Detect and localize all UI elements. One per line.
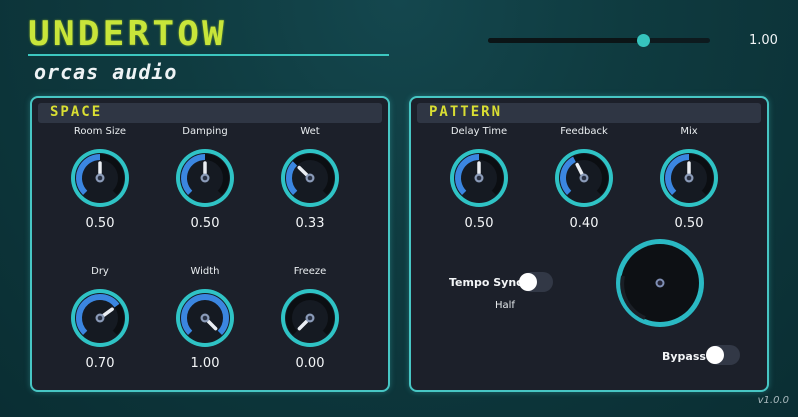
dry-knob[interactable]	[70, 288, 130, 348]
master-value: 1.00	[749, 33, 778, 48]
width-value: 1.00	[190, 356, 220, 371]
room-size-knob[interactable]	[70, 148, 130, 208]
damping-value: 0.50	[190, 216, 220, 231]
pattern-panel-title: PATTERN	[429, 104, 503, 120]
delay-time-knob[interactable]	[449, 148, 509, 208]
bypass-toggle[interactable]	[706, 345, 740, 365]
mix-label: Mix	[680, 126, 698, 137]
wet-knob[interactable]	[280, 148, 340, 208]
space-panel-title: SPACE	[50, 104, 103, 120]
tempo-sync-label: Tempo Sync	[449, 276, 523, 289]
dry-value: 0.70	[85, 356, 115, 371]
tempo-sync-toggle[interactable]	[519, 272, 553, 292]
pattern-big-knob[interactable]	[613, 236, 707, 330]
damping-label: Damping	[182, 126, 228, 137]
delay-time-label: Delay Time	[450, 126, 508, 137]
tempo-sync-mode: Half	[495, 300, 515, 311]
delay-time-value: 0.50	[464, 216, 494, 231]
room-size-value: 0.50	[85, 216, 115, 231]
master-slider-thumb[interactable]	[637, 34, 651, 47]
vendor-name: orcas audio	[34, 60, 178, 84]
freeze-value: 0.00	[295, 356, 325, 371]
wet-value: 0.33	[295, 216, 325, 231]
dry-label: Dry	[91, 266, 109, 277]
freeze-label: Freeze	[293, 266, 327, 277]
width-knob[interactable]	[175, 288, 235, 348]
tempo-sync-toggle-thumb	[519, 273, 537, 291]
width-label: Width	[190, 266, 220, 277]
version-label: v1.0.0	[757, 395, 789, 406]
mix-knob[interactable]	[659, 148, 719, 208]
app-title: UNDERTOW	[28, 14, 228, 54]
pattern-panel: PATTERN Delay Time 0.50 Feedback 0.40 Mix 0.5…	[409, 96, 769, 392]
freeze-knob[interactable]	[280, 288, 340, 348]
feedback-label: Feedback	[560, 126, 608, 137]
pattern-panel-header: PATTERN	[417, 103, 761, 123]
room-size-label: Room Size	[73, 126, 127, 137]
mix-value: 0.50	[674, 216, 704, 231]
space-panel-header: SPACE	[38, 103, 382, 123]
feedback-knob[interactable]	[554, 148, 614, 208]
feedback-value: 0.40	[569, 216, 599, 231]
bypass-label: Bypass	[662, 350, 706, 363]
bypass-toggle-thumb	[706, 346, 724, 364]
wet-label: Wet	[300, 126, 320, 137]
damping-knob[interactable]	[175, 148, 235, 208]
space-panel: SPACE Room Size 0.50 Damping 0.50 Wet 0.33 Dry…	[30, 96, 390, 392]
title-divider	[28, 54, 389, 56]
master-slider-fill	[488, 38, 644, 43]
master-slider[interactable]	[488, 34, 710, 47]
